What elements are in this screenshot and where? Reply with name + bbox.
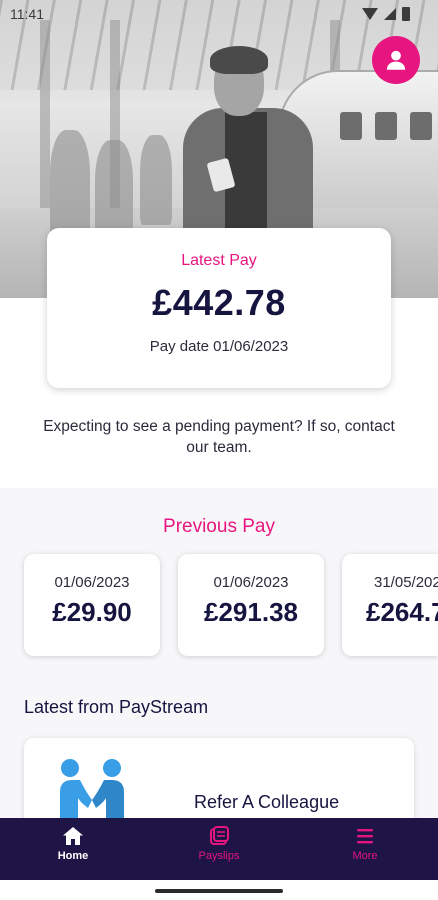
payslips-icon [210, 826, 229, 845]
home-icon [63, 827, 83, 845]
bottom-navigation: Home Payslips More [0, 818, 438, 880]
train-window [340, 112, 362, 140]
man-hair [210, 46, 268, 74]
previous-pay-card[interactable]: 01/06/2023 £29.90 [24, 554, 160, 656]
news-section-title: Latest from PayStream [24, 697, 209, 717]
previous-pay-date: 31/05/2023 [374, 574, 438, 591]
handshake-illustration [60, 759, 124, 828]
nav-home[interactable]: Home [0, 818, 146, 880]
gesture-area [0, 880, 438, 900]
signal-icon [384, 8, 396, 20]
crowd-person [50, 130, 90, 240]
latest-pay-amount: £442.78 [152, 282, 286, 323]
pending-payment-message: Expecting to see a pending payment? If s… [43, 418, 395, 456]
refer-colleague-card[interactable]: Refer A Colleague [24, 738, 414, 828]
train-window [375, 112, 397, 140]
previous-pay-amount: £264.70 [366, 597, 438, 627]
nav-payslips[interactable]: Payslips [146, 818, 292, 880]
user-icon [386, 50, 406, 70]
latest-pay-date: Pay date 01/06/2023 [149, 338, 289, 355]
latest-pay-card[interactable]: Latest Pay £442.78 Pay date 01/06/2023 [47, 228, 391, 388]
previous-pay-date: 01/06/2023 [54, 574, 130, 591]
previous-pay-title: Previous Pay [163, 516, 275, 537]
menu-icon [357, 829, 373, 844]
status-icons [362, 7, 410, 21]
previous-pay-date: 01/06/2023 [213, 574, 289, 591]
previous-pay-card[interactable]: 31/05/2023 £264.70 [342, 554, 438, 656]
crowd-person [140, 135, 172, 225]
crowd-person [95, 140, 133, 240]
train-window [410, 112, 432, 140]
news-card-title: Refer A Colleague [194, 792, 340, 812]
previous-pay-amount: £29.90 [52, 597, 132, 627]
nav-home-label: Home [57, 850, 89, 862]
home-gesture-bar[interactable] [155, 889, 283, 893]
latest-pay-label: Latest Pay [181, 252, 257, 269]
nav-more-label: More [352, 850, 378, 862]
status-bar: 11:41 [0, 0, 438, 28]
nav-payslips-label: Payslips [198, 850, 240, 862]
status-time: 11:41 [10, 6, 44, 22]
battery-icon [402, 7, 410, 21]
profile-button[interactable] [372, 36, 420, 84]
previous-pay-amount: £291.38 [204, 597, 298, 627]
wifi-icon [362, 8, 378, 20]
nav-more[interactable]: More [292, 818, 438, 880]
previous-pay-card[interactable]: 01/06/2023 £291.38 [178, 554, 324, 656]
